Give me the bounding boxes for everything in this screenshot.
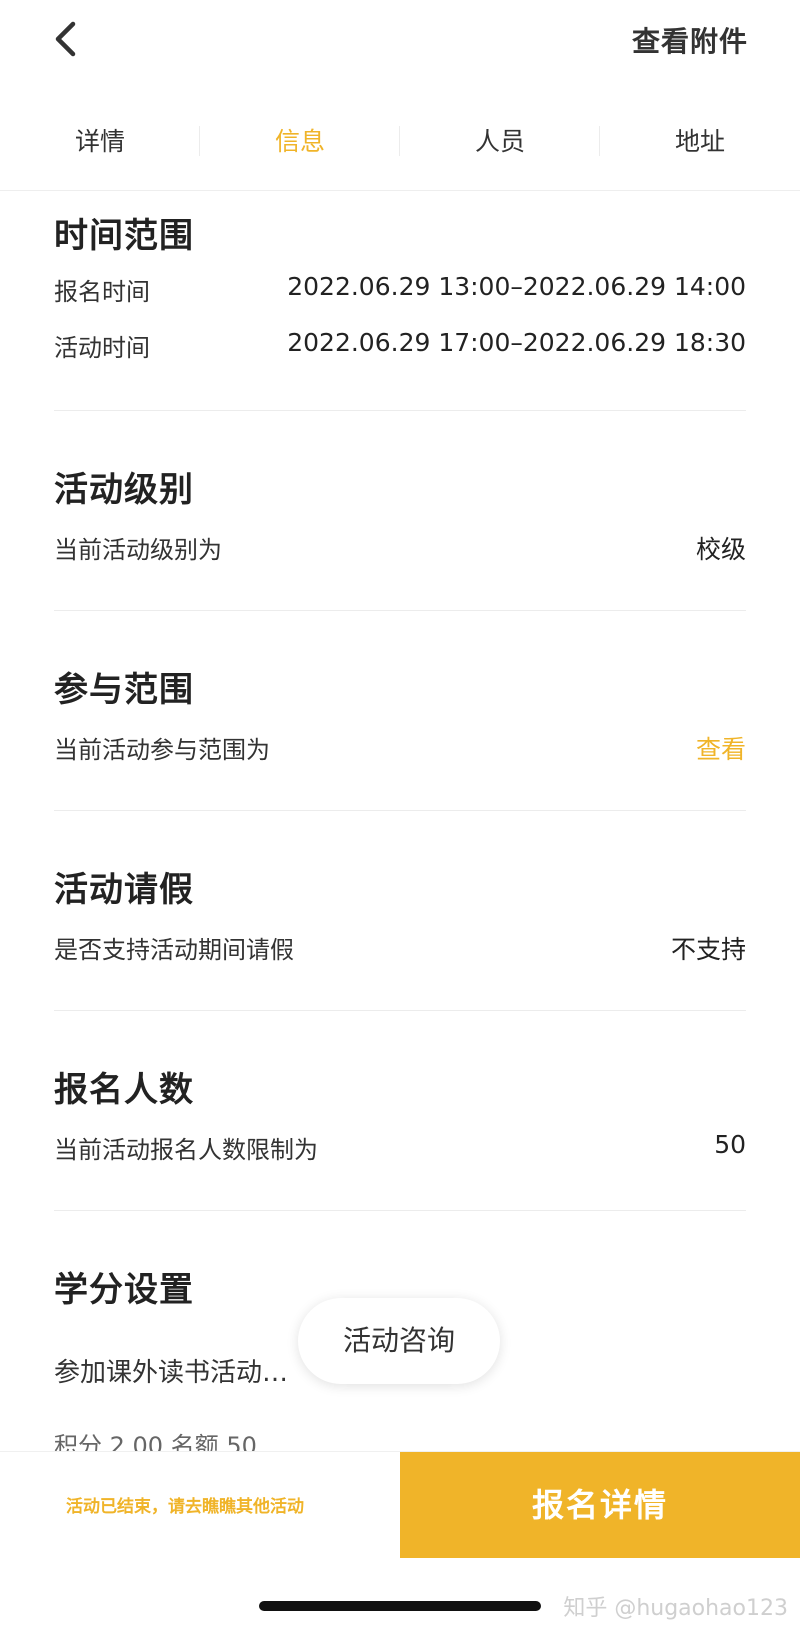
leave-value: 不支持 xyxy=(670,935,746,964)
chevron-left-icon xyxy=(55,21,76,57)
section-title-time-range: 时间范围 xyxy=(54,216,194,256)
tab-details[interactable]: 详情 xyxy=(0,122,200,158)
section-divider xyxy=(54,410,746,411)
section-title-credit: 学分设置 xyxy=(54,1270,194,1310)
section-divider xyxy=(54,1010,746,1011)
section-divider xyxy=(54,610,746,611)
activity-time-value: 2022.06.29 17:00–2022.06.29 18:30 xyxy=(287,328,746,357)
signup-time-value: 2022.06.29 13:00–2022.06.29 14:00 xyxy=(287,272,746,301)
section-title-leave: 活动请假 xyxy=(54,870,194,910)
level-value: 校级 xyxy=(695,535,746,564)
activity-time-label: 活动时间 xyxy=(54,334,150,362)
section-divider xyxy=(54,810,746,811)
bottom-action-bar: 活动已结束，请去瞧瞧其他活动 报名详情 xyxy=(0,1451,800,1558)
level-label: 当前活动级别为 xyxy=(54,536,222,564)
section-title-signup-count: 报名人数 xyxy=(54,1070,194,1110)
view-attachments-button[interactable]: 查看附件 xyxy=(632,20,748,60)
signup-details-button[interactable]: 报名详情 xyxy=(400,1452,800,1558)
activity-ended-hint: 活动已结束，请去瞧瞧其他活动 xyxy=(66,1497,304,1517)
tab-address[interactable]: 地址 xyxy=(600,122,800,158)
signup-time-label: 报名时间 xyxy=(54,278,150,306)
watermark: 知乎 @hugaohao123 xyxy=(563,1596,788,1621)
signup-count-label: 当前活动报名人数限制为 xyxy=(54,1136,318,1164)
view-scope-link[interactable]: 查看 xyxy=(696,730,746,766)
activity-consult-button[interactable]: 活动咨询 xyxy=(298,1298,500,1384)
section-title-level: 活动级别 xyxy=(54,470,194,510)
section-title-scope: 参与范围 xyxy=(54,670,194,710)
credit-item-title[interactable]: 参加课外读书活动… xyxy=(54,1352,288,1389)
leave-label: 是否支持活动期间请假 xyxy=(54,936,294,964)
section-divider xyxy=(54,1210,746,1211)
back-button[interactable] xyxy=(44,14,94,64)
tab-people[interactable]: 人员 xyxy=(400,122,600,158)
top-bar: 查看附件 xyxy=(0,0,800,85)
tab-info[interactable]: 信息 xyxy=(200,122,400,158)
signup-count-value: 50 xyxy=(714,1130,746,1159)
tab-bar: 详情 信息 人员 地址 xyxy=(0,100,800,191)
scope-label: 当前活动参与范围为 xyxy=(54,736,270,764)
home-indicator xyxy=(259,1601,541,1611)
